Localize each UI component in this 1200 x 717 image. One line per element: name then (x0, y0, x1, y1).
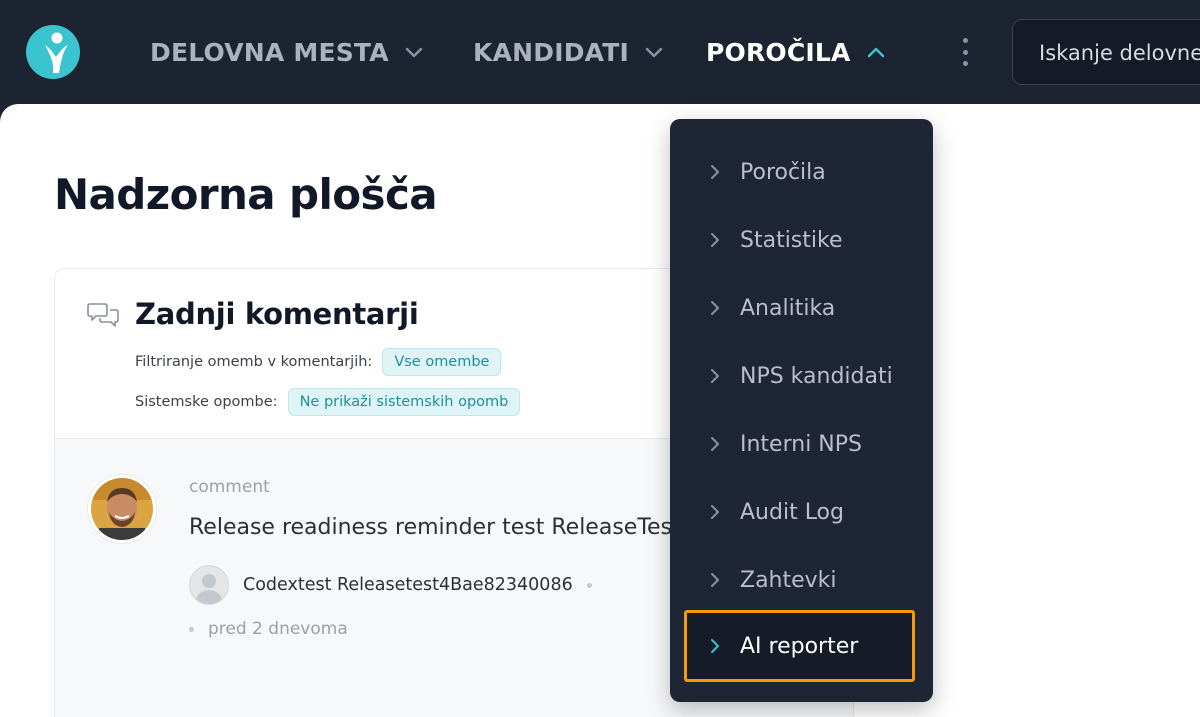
comment-type: comment (189, 477, 270, 497)
menu-item-analitika[interactable]: Analitika (684, 277, 915, 339)
filter-label: Filtriranje omemb v komentarjih: (135, 354, 373, 370)
nav-item-porocila[interactable]: POROČILA (706, 34, 887, 70)
chevron-down-icon (405, 47, 422, 58)
comment-author[interactable]: Codextest Releasetest4Bae82340086 (243, 575, 573, 595)
menu-item-label: Analitika (740, 295, 836, 321)
main-content: Nadzorna plošča Zadnji komentarji Filtri… (0, 104, 1200, 717)
nav-item-label: KANDIDATI (473, 37, 630, 67)
chevron-up-icon (867, 47, 884, 58)
chevron-down-icon (645, 47, 663, 58)
menu-item-porocila[interactable]: Poročila (684, 141, 915, 203)
chevron-right-icon (711, 573, 719, 587)
top-navigation-bar: DELOVNA MESTA KANDIDATI POROČILA (0, 0, 1200, 104)
menu-item-audit-log[interactable]: Audit Log (684, 481, 915, 543)
menu-item-label: Statistike (740, 227, 843, 253)
nav-item-kandidati[interactable]: KANDIDATI (473, 34, 665, 70)
more-vertical-icon[interactable] (955, 38, 975, 66)
separator-dot (189, 626, 194, 632)
menu-item-label: AI reporter (740, 633, 859, 659)
chevron-right-icon (711, 165, 719, 179)
chevron-right-icon (711, 369, 719, 383)
menu-item-label: NPS kandidati (740, 363, 893, 389)
author-avatar[interactable] (189, 565, 229, 605)
search-input[interactable] (1039, 37, 1200, 69)
reports-dropdown-menu: Poročila Statistike Analitika NPS kandid… (670, 119, 933, 702)
chat-bubbles-icon (87, 303, 119, 327)
nav-item-label: DELOVNA MESTA (150, 37, 389, 67)
chevron-right-icon (711, 437, 719, 451)
brand-logo-icon[interactable] (26, 25, 80, 79)
comment-author-row: Codextest Releasetest4Bae82340086 (189, 565, 592, 605)
system-notes-chip[interactable]: Ne prikaži sistemskih opomb (287, 388, 521, 416)
menu-item-ai-reporter[interactable]: AI reporter (684, 610, 915, 682)
menu-item-label: Audit Log (740, 499, 844, 525)
chevron-right-icon (711, 301, 719, 315)
menu-item-zahtevki[interactable]: Zahtevki (684, 549, 915, 611)
separator-dot (586, 582, 592, 588)
comment-time-row: pred 2 dnevoma (189, 619, 348, 639)
menu-item-statistike[interactable]: Statistike (684, 209, 915, 271)
card-title: Zadnji komentarji (135, 297, 419, 331)
menu-item-nps-kandidati[interactable]: NPS kandidati (684, 345, 915, 407)
menu-item-label: Zahtevki (740, 567, 837, 593)
nav-item-delovna-mesta[interactable]: DELOVNA MESTA (150, 34, 425, 70)
menu-item-label: Interni NPS (740, 431, 862, 457)
menu-item-label: Poročila (740, 159, 826, 185)
mention-filter-row: Filtriranje omemb v komentarjih: Vse ome… (135, 348, 502, 376)
mention-filter-chip[interactable]: Vse omembe (382, 348, 502, 376)
page-title: Nadzorna plošča (54, 170, 438, 219)
system-notes-label: Sistemske opombe: (135, 394, 278, 410)
avatar[interactable] (88, 475, 156, 543)
comment-time: pred 2 dnevoma (208, 619, 348, 639)
chevron-right-icon (711, 233, 719, 247)
nav-item-label: POROČILA (706, 37, 851, 67)
menu-item-interni-nps[interactable]: Interni NPS (684, 413, 915, 475)
chevron-right-icon (711, 505, 719, 519)
system-notes-row: Sistemske opombe: Ne prikaži sistemskih … (135, 388, 521, 416)
chevron-right-icon (711, 639, 719, 653)
search-box[interactable] (1012, 19, 1200, 85)
